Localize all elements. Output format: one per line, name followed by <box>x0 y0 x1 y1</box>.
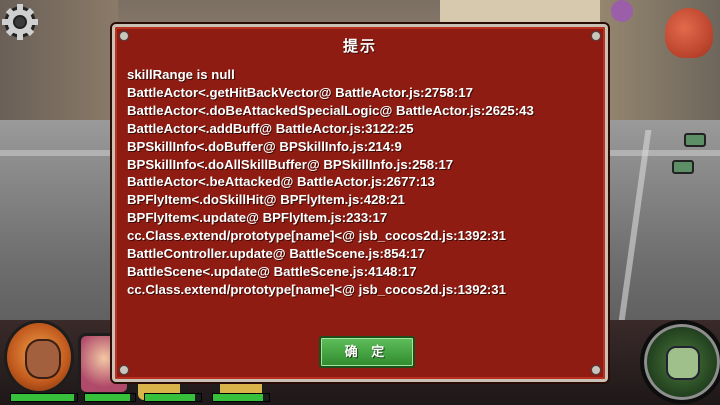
health-bar-fill <box>11 394 74 401</box>
stack-trace-line: BattleActor<.getHitBackVector@ BattleAct… <box>127 84 473 100</box>
stack-trace-line: BattleController.update@ BattleScene.js:… <box>127 246 425 262</box>
gear-icon[interactable] <box>2 2 42 42</box>
pickup-item <box>672 160 694 174</box>
crab-enemy <box>665 8 713 58</box>
stack-trace-line: BPSkillInfo<.doAllSkillBuffer@ BPSkillIn… <box>127 156 454 172</box>
health-bar <box>144 393 202 402</box>
stack-trace-line: BattleScene<.update@ BattleScene.js:4148… <box>127 263 417 279</box>
stack-trace-line: BPFlyItem<.doSkillHit@ BPFlyItem.js:428:… <box>127 192 405 208</box>
health-bar-fill <box>145 394 196 401</box>
stack-trace-line: cc.Class.extend/prototype[name]<@ jsb_co… <box>127 228 506 244</box>
rivet-decoration <box>591 365 601 375</box>
health-bar <box>10 393 78 402</box>
hero-portrait-main[interactable] <box>4 320 74 394</box>
skill-fist-icon <box>666 346 700 380</box>
stack-trace-line: BattleActor<.doBeAttackedSpecialLogic@ B… <box>127 102 534 118</box>
rivet-decoration <box>119 365 129 375</box>
stack-trace-line: BattleActor<.addBuff@ BattleActor.js:312… <box>127 120 414 136</box>
confirm-button[interactable]: 确 定 <box>319 336 415 368</box>
hero-face <box>25 339 61 379</box>
pickup-item <box>684 133 706 147</box>
stack-trace-line: cc.Class.extend/prototype[name]<@ jsb_co… <box>127 281 506 297</box>
skill-button[interactable] <box>640 320 720 404</box>
stack-trace-line: BattleActor<.beAttacked@ BattleActor.js:… <box>127 174 435 190</box>
health-bar <box>84 393 136 402</box>
error-dialog: 提示 skillRange is null BattleActor<.getHi… <box>112 24 608 382</box>
balloon-decoration <box>611 0 633 22</box>
dialog-title: 提示 <box>342 38 377 55</box>
error-message: skillRange is null <box>127 67 235 82</box>
health-bar <box>212 393 270 402</box>
stack-trace-line: BPSkillInfo<.doBuffer@ BPSkillInfo.js:21… <box>127 138 402 154</box>
health-bar-fill <box>85 394 130 401</box>
health-bar-fill <box>213 394 264 401</box>
stack-trace-line: BPFlyItem<.update@ BPFlyItem.js:233:17 <box>127 210 388 226</box>
error-log: skillRange is null BattleActor<.getHitBa… <box>127 66 595 299</box>
